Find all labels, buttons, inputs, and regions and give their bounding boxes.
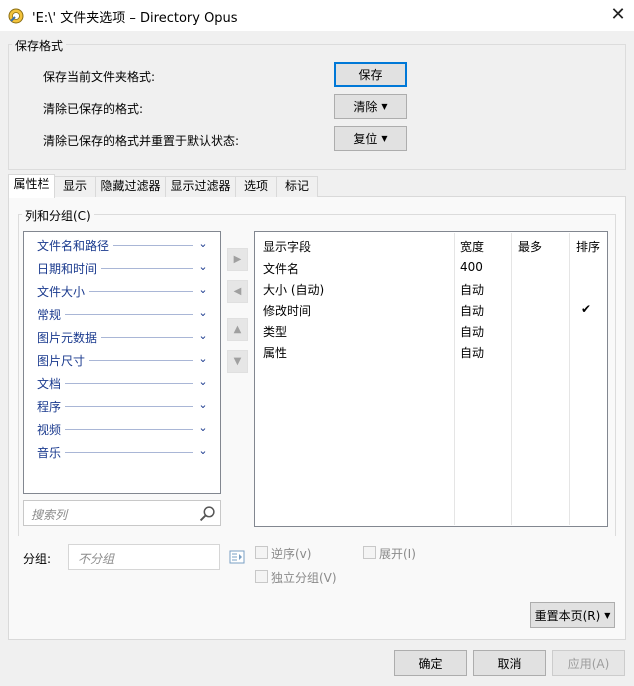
save-format-legend: 保存格式: [12, 37, 67, 54]
category-item[interactable]: 文件大小 ⌄: [37, 280, 209, 300]
independent-grouping-checkbox[interactable]: [255, 570, 268, 583]
grouping-label: 分组:: [23, 552, 52, 566]
field-cell: 属性: [263, 346, 288, 360]
category-item[interactable]: 音乐 ⌄: [37, 441, 209, 461]
column-search-input[interactable]: 搜索列: [23, 500, 221, 526]
arrow-down-icon: ▼: [233, 356, 242, 367]
table-row[interactable]: 类型 自动: [255, 320, 607, 341]
clear-format-button[interactable]: 清除 ▼: [334, 94, 407, 119]
tab-hide-filter[interactable]: 隐藏过滤器: [95, 176, 166, 197]
caret-down-icon: ▼: [604, 610, 611, 620]
columns-group-legend: 列和分组(C): [22, 207, 94, 224]
table-row[interactable]: 大小 (自动) 自动: [255, 278, 607, 299]
field-cell: 类型: [263, 325, 288, 339]
width-cell: 自动: [460, 346, 485, 360]
chevron-down-icon: ⌄: [198, 329, 208, 342]
arrow-right-icon: ▶: [233, 254, 242, 265]
folder-options-icon: [8, 8, 24, 24]
header-max: 最多: [518, 240, 543, 254]
apply-button-label: 应用(A): [567, 656, 610, 671]
clear-saved-format-label: 清除已保存的格式:: [43, 102, 144, 116]
move-down-button[interactable]: ▼: [227, 350, 248, 373]
expand-label: 展开(I): [379, 547, 416, 561]
category-item[interactable]: 文档 ⌄: [37, 372, 209, 392]
tab-columns[interactable]: 属性栏: [8, 174, 55, 198]
reset-format-button-label: 复位: [353, 132, 378, 146]
caret-down-icon: ▼: [381, 134, 388, 143]
category-item[interactable]: 程序 ⌄: [37, 395, 209, 415]
clear-format-button-label: 清除: [353, 100, 378, 114]
reverse-checkbox[interactable]: [255, 546, 268, 559]
field-cell: 修改时间: [263, 304, 312, 318]
save-format-button[interactable]: 保存: [334, 62, 407, 87]
caret-down-icon: ▼: [381, 102, 388, 111]
tab-display[interactable]: 显示: [54, 176, 96, 197]
save-current-format-label: 保存当前文件夹格式:: [43, 70, 156, 84]
window-title: 'E:\' 文件夹选项 – Directory Opus: [32, 11, 238, 26]
displayed-columns-table[interactable]: 显示字段 宽度 最多 排序 文件名 400 大小 (自动) 自动 修改时间 自动…: [254, 231, 608, 527]
tab-show-filter[interactable]: 显示过滤器: [165, 176, 236, 197]
chevron-down-icon: ⌄: [198, 444, 208, 457]
category-item[interactable]: 日期和时间 ⌄: [37, 257, 209, 277]
search-placeholder: 搜索列: [31, 508, 68, 522]
search-icon[interactable]: [199, 505, 216, 522]
column-category-list[interactable]: 文件名和路径 ⌄ 日期和时间 ⌄ 文件大小 ⌄ 常规 ⌄ 图片元数据 ⌄ 图片尺寸 ⌄ 文档…: [23, 231, 221, 494]
arrow-up-icon: ▲: [233, 324, 242, 335]
table-row[interactable]: 属性 自动: [255, 341, 607, 362]
header-field: 显示字段: [263, 240, 312, 254]
chevron-down-icon: ⌄: [198, 375, 208, 388]
category-item[interactable]: 图片元数据 ⌄: [37, 326, 209, 346]
category-item[interactable]: 常规 ⌄: [37, 303, 209, 323]
apply-button[interactable]: 应用(A): [552, 650, 625, 676]
tab-labels[interactable]: 标记: [276, 176, 318, 197]
expand-checkbox[interactable]: [363, 546, 376, 559]
remove-column-button[interactable]: ◀: [227, 280, 248, 303]
width-cell: 自动: [460, 304, 485, 318]
ok-button[interactable]: 确定: [394, 650, 467, 676]
field-cell: 大小 (自动): [263, 283, 325, 297]
table-row[interactable]: 修改时间 自动 ✔: [255, 299, 607, 320]
ok-button-label: 确定: [418, 656, 443, 671]
chevron-down-icon: ⌄: [198, 237, 208, 250]
width-cell: 自动: [460, 283, 485, 297]
cancel-button[interactable]: 取消: [473, 650, 546, 676]
close-icon[interactable]: ✕: [606, 4, 630, 26]
reset-format-label: 清除已保存的格式并重置于默认状态:: [43, 134, 240, 148]
chevron-down-icon: ⌄: [198, 421, 208, 434]
grouping-placeholder: 不分组: [78, 552, 115, 566]
cancel-button-label: 取消: [497, 656, 522, 671]
chevron-down-icon: ⌄: [198, 352, 208, 365]
grouping-options-icon[interactable]: [229, 549, 245, 565]
reset-page-button[interactable]: 重置本页(R) ▼: [530, 602, 615, 628]
chevron-down-icon: ⌄: [198, 260, 208, 273]
header-sort: 排序: [576, 240, 601, 254]
table-row[interactable]: 文件名 400: [255, 257, 607, 278]
independent-grouping-label: 独立分组(V): [271, 571, 337, 585]
chevron-down-icon: ⌄: [198, 306, 208, 319]
category-item[interactable]: 视频 ⌄: [37, 418, 209, 438]
save-format-button-label: 保存: [358, 68, 383, 82]
sort-check-icon: ✔: [581, 302, 592, 316]
width-cell: 自动: [460, 325, 485, 339]
header-width: 宽度: [460, 240, 485, 254]
arrow-left-icon: ◀: [233, 286, 242, 297]
category-item[interactable]: 文件名和路径 ⌄: [37, 234, 209, 254]
width-cell: 400: [460, 260, 483, 274]
add-column-button[interactable]: ▶: [227, 248, 248, 271]
category-item[interactable]: 图片尺寸 ⌄: [37, 349, 209, 369]
grouping-field[interactable]: 不分组: [68, 544, 220, 570]
reverse-label: 逆序(v): [271, 547, 312, 561]
chevron-down-icon: ⌄: [198, 398, 208, 411]
field-cell: 文件名: [263, 262, 300, 276]
reset-page-button-label: 重置本页(R): [534, 608, 601, 623]
tab-options[interactable]: 选项: [235, 176, 277, 197]
reset-format-button[interactable]: 复位 ▼: [334, 126, 407, 151]
move-up-button[interactable]: ▲: [227, 318, 248, 341]
chevron-down-icon: ⌄: [198, 283, 208, 296]
